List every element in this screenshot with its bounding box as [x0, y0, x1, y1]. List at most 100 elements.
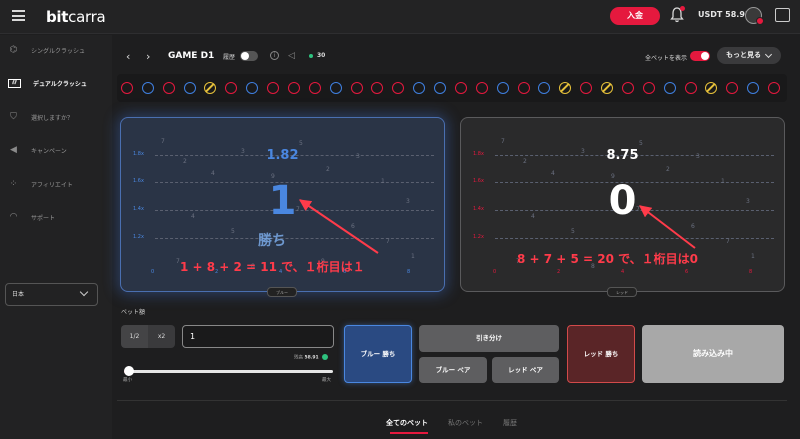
- background-card-digit: 7: [501, 138, 505, 145]
- sound-icon[interactable]: ◁: [288, 51, 295, 61]
- x-tick-label: 8: [749, 269, 753, 275]
- tab-my-bets[interactable]: 私のベット: [448, 418, 483, 428]
- background-card-digit: 7: [296, 206, 300, 213]
- background-card-digit: 3: [581, 148, 585, 155]
- history-result-red[interactable]: [684, 82, 697, 94]
- background-card-digit: 4: [531, 213, 535, 220]
- language-select[interactable]: 日本: [5, 283, 98, 306]
- history-result-tie[interactable]: [705, 82, 718, 94]
- chat-icon[interactable]: [775, 8, 790, 22]
- background-card-digit: 1: [751, 253, 755, 260]
- background-card-digit: 5: [299, 140, 303, 147]
- deposit-button[interactable]: 入金: [610, 7, 660, 25]
- history-result-red[interactable]: [392, 82, 405, 94]
- y-tick-label: 1.2x: [133, 234, 144, 240]
- sidebar-item-dual-crash[interactable]: ⫽⫽ デュアルクラッシュ: [8, 76, 108, 90]
- history-result-red[interactable]: [225, 82, 238, 94]
- balance-note-value: 58.91: [304, 355, 319, 361]
- history-result-red[interactable]: [162, 82, 175, 94]
- show-all-bets-toggle[interactable]: [690, 51, 710, 61]
- bet-amount-input[interactable]: 1: [182, 325, 334, 348]
- slider-max-label: 最大: [322, 378, 331, 383]
- history-result-blue[interactable]: [434, 82, 447, 94]
- red-multiplier: 8.75: [606, 148, 639, 163]
- history-result-red[interactable]: [768, 82, 780, 94]
- history-result-blue[interactable]: [329, 82, 342, 94]
- red-pair-button[interactable]: レッド ペア: [492, 357, 559, 383]
- sidebar-item-label: デュアルクラッシュ: [33, 80, 87, 88]
- half-button[interactable]: 1/2: [121, 325, 148, 348]
- history-result-red[interactable]: [454, 82, 467, 94]
- background-card-digit: 2: [523, 158, 527, 165]
- sidebar-item-label: キャンペーン: [31, 147, 67, 155]
- more-button[interactable]: もっと見る: [717, 47, 781, 64]
- blue-digit: 1: [268, 178, 297, 224]
- history-result-blue[interactable]: [538, 82, 551, 94]
- sidebar-item-choose[interactable]: ⛉ 選択しますか？: [8, 110, 108, 124]
- history-result-blue[interactable]: [413, 82, 426, 94]
- next-arrow-icon[interactable]: ›: [146, 50, 150, 63]
- divider: [117, 400, 787, 401]
- menu-icon[interactable]: [12, 10, 25, 21]
- place-bet-button[interactable]: 読み込み中: [642, 325, 784, 383]
- history-result-blue[interactable]: [183, 82, 196, 94]
- history-strip: [117, 74, 787, 102]
- background-card-digit: 9: [271, 173, 275, 180]
- sidebar-item-support[interactable]: ◠ サポート: [8, 210, 108, 224]
- background-card-digit: 1: [381, 178, 385, 185]
- background-card-digit: 1: [721, 178, 725, 185]
- blue-win-button[interactable]: ブルー 勝ち: [344, 325, 412, 383]
- sidebar-item-affiliate[interactable]: ⁘ アフィリエイト: [8, 177, 108, 191]
- background-card-digit: 9: [611, 173, 615, 180]
- history-result-red[interactable]: [642, 82, 655, 94]
- rocket-icon: ⌬: [9, 45, 18, 55]
- history-result-red[interactable]: [726, 82, 739, 94]
- tab-all-bets[interactable]: 全てのベット: [386, 418, 428, 428]
- history-result-red[interactable]: [580, 82, 593, 94]
- history-toggle[interactable]: [240, 51, 258, 61]
- history-result-tie[interactable]: [559, 82, 572, 94]
- history-result-red[interactable]: [350, 82, 363, 94]
- red-win-button[interactable]: レッド 勝ち: [567, 325, 635, 383]
- history-result-blue[interactable]: [496, 82, 509, 94]
- language-value: 日本: [12, 291, 25, 298]
- sidebar-item-single-crash[interactable]: ⌬ シングルクラッシュ: [8, 43, 108, 57]
- prev-arrow-icon[interactable]: ‹: [126, 50, 130, 63]
- background-card-digit: 5: [231, 228, 235, 235]
- background-card-digit: 1: [411, 253, 415, 260]
- background-card-digit: 4: [191, 213, 195, 220]
- blue-annotation: 1 + 8 + 2 = 11 で、１桁目は１: [180, 260, 365, 274]
- history-result-red[interactable]: [517, 82, 530, 94]
- logo[interactable]: bitcarra: [46, 8, 106, 26]
- history-result-blue[interactable]: [141, 82, 154, 94]
- sidebar-item-campaign[interactable]: ◀ キャンペーン: [8, 143, 108, 157]
- history-result-red[interactable]: [287, 82, 300, 94]
- history-result-red[interactable]: [308, 82, 321, 94]
- sidebar: ⌬ シングルクラッシュ ⫽⫽ デュアルクラッシュ ⛉ 選択しますか？ ◀ キャン…: [0, 35, 112, 439]
- history-result-red[interactable]: [121, 82, 133, 94]
- balance-display[interactable]: USDT 58.91: [698, 10, 750, 19]
- history-result-tie[interactable]: [204, 82, 217, 94]
- history-result-red[interactable]: [621, 82, 634, 94]
- history-result-red[interactable]: [371, 82, 384, 94]
- history-result-blue[interactable]: [747, 82, 760, 94]
- y-tick-label: 1.2x: [473, 234, 484, 240]
- double-button[interactable]: x2: [148, 325, 175, 348]
- background-card-digit: 7: [386, 238, 390, 245]
- history-result-red[interactable]: [267, 82, 280, 94]
- slider-min-label: 最小: [123, 378, 132, 383]
- tab-history[interactable]: 履歴: [503, 418, 517, 428]
- history-result-tie[interactable]: [601, 82, 614, 94]
- background-card-digit: 7: [161, 138, 165, 145]
- megaphone-icon: ◀: [10, 145, 17, 155]
- bet-slider-thumb[interactable]: [124, 366, 135, 376]
- x-tick-label: 0: [493, 269, 497, 275]
- tie-button[interactable]: 引き分け: [419, 325, 559, 352]
- info-icon[interactable]: i: [270, 51, 279, 60]
- bet-slider-track[interactable]: [124, 370, 333, 373]
- background-card-digit: 2: [326, 166, 330, 173]
- history-result-blue[interactable]: [663, 82, 676, 94]
- blue-pair-button[interactable]: ブルー ペア: [419, 357, 487, 383]
- history-result-red[interactable]: [475, 82, 488, 94]
- history-result-blue[interactable]: [246, 82, 259, 94]
